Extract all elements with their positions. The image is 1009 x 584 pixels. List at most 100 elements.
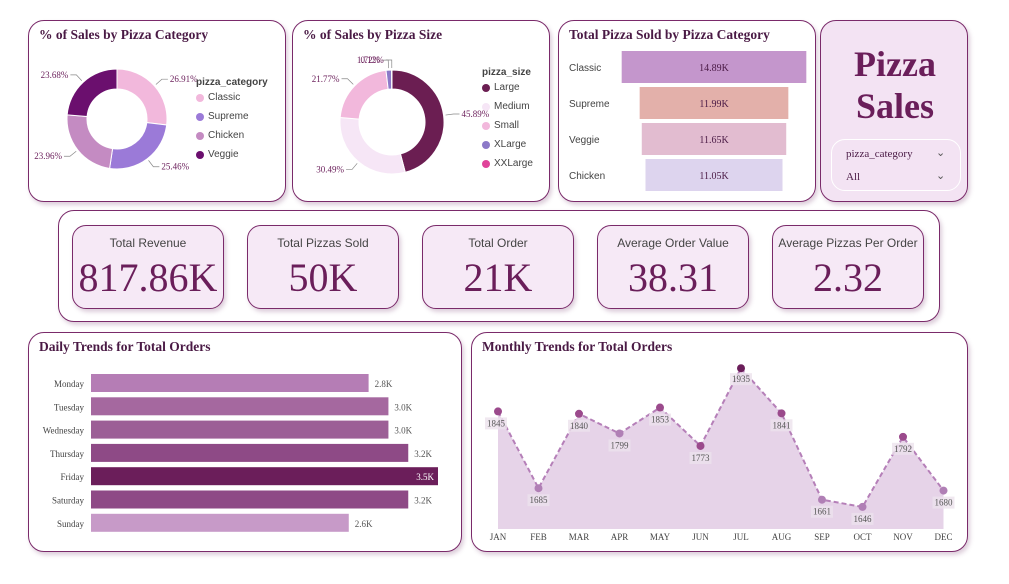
point-may	[656, 403, 664, 412]
bar-value-label: 2.8K	[375, 379, 393, 389]
legend-item-large: Large	[482, 78, 533, 97]
slice-leader-line	[148, 160, 160, 168]
month-tick-dec: DEC	[935, 532, 953, 542]
brand-title-line2: Sales	[855, 86, 934, 126]
kpi-label: Total Pizzas Sold	[277, 236, 369, 250]
point-value-label: 1845	[487, 418, 506, 428]
point-jun	[696, 441, 705, 450]
day-label-friday: Friday	[61, 472, 85, 482]
size-legend: pizza_size Large Medium Small XLarge XXLarge	[482, 67, 533, 173]
legend-dot-icon	[482, 121, 490, 130]
category-filter-slicer[interactable]: pizza_category ⌄ All ⌄	[831, 139, 961, 191]
bar-wednesday	[91, 420, 389, 439]
legend-item-small: Small	[482, 116, 533, 135]
kpi-average-order-value: Average Order Value 38.31	[597, 225, 749, 309]
monthly-trends-card: Monthly Trends for Total Orders 1845 JAN 1…	[471, 332, 968, 552]
filter-value[interactable]: All	[846, 171, 860, 183]
legend-dot-icon	[196, 131, 204, 140]
point-nov	[899, 432, 907, 441]
kpi-total-pizzas-sold: Total Pizzas Sold 50K	[247, 225, 399, 309]
point-value-label: 1773	[692, 453, 711, 463]
donut-slice-veggie	[66, 68, 118, 118]
bar-value-label: 11.99K	[699, 99, 729, 110]
kpi-value: 38.31	[628, 255, 718, 300]
legend-label: XLarge	[494, 139, 527, 150]
kpi-value: 2.32	[813, 255, 883, 300]
legend-dot-icon	[482, 102, 490, 111]
point-value-label: 1792	[894, 444, 912, 454]
point-apr	[615, 429, 624, 438]
kpi-total-revenue: Total Revenue 817.86K	[72, 225, 224, 309]
donut-slice-medium	[339, 116, 406, 175]
legend-label: Large	[494, 82, 520, 93]
legend-item-xxlarge: XXLarge	[482, 154, 533, 173]
point-value-label: 1799	[611, 440, 630, 450]
slice-label-classic: 26.91%	[170, 74, 198, 84]
bar-value-label: 3.0K	[394, 402, 412, 412]
size-pct-card: % of Sales by Pizza Size 45.89% 30.49% 21.…	[292, 20, 550, 202]
bar-friday	[91, 467, 438, 486]
kpi-label: Total Revenue	[109, 236, 187, 250]
point-jan	[494, 407, 502, 416]
day-label-tuesday: Tuesday	[54, 402, 85, 412]
legend-label: Classic	[208, 92, 241, 103]
category-legend: pizza_category Classic Supreme Chicken Vegg…	[196, 77, 268, 164]
slice-label-chicken: 23.96%	[34, 151, 62, 161]
point-feb	[534, 484, 543, 493]
daily-trends-bar-chart: Monday 2.8K Tuesday 3.0K Wednesday 3.0K Thursd…	[43, 374, 438, 532]
legend-item-supreme: Supreme	[196, 107, 268, 126]
donut-slice-supreme	[109, 122, 168, 170]
point-sep	[818, 495, 826, 504]
chevron-down-icon[interactable]: ⌄	[936, 169, 945, 182]
bar-thursday	[91, 443, 409, 462]
legend-item-classic: Classic	[196, 88, 268, 107]
donut-slice-chicken	[66, 114, 114, 170]
size-legend-items: Large Medium Small XLarge XXLarge	[482, 78, 533, 173]
category-sold-bar-chart: Classic 14.89K Supreme 11.99K Veggie 11.65K Ch…	[569, 51, 807, 191]
legend-label: XXLarge	[494, 158, 533, 169]
point-oct	[858, 502, 867, 511]
slice-leader-line	[445, 113, 460, 116]
point-value-label: 1935	[732, 374, 751, 384]
month-tick-mar: MAR	[569, 532, 590, 542]
category-pct-card: % of Sales by Pizza Category 26.91% 25.46…	[28, 20, 286, 202]
point-jul	[737, 364, 745, 373]
monthly-trends-area-chart: 1845 JAN 1685 FEB 1840 MAR 1799 APR 1853 MAY 1773 J…	[485, 364, 955, 542]
point-value-label: 1680	[935, 498, 954, 508]
point-value-label: 1685	[530, 495, 549, 505]
bar-sunday	[91, 513, 349, 532]
slice-label-medium: 30.49%	[316, 164, 344, 174]
brand-card: Pizza Sales pizza_category ⌄ All ⌄	[820, 20, 968, 202]
kpi-label: Average Order Value	[617, 236, 729, 250]
month-tick-apr: APR	[611, 532, 629, 542]
bar-value-label: 11.65K	[699, 135, 729, 146]
chevron-down-icon[interactable]: ⌄	[936, 146, 945, 159]
monthly-area-fill	[498, 368, 944, 529]
legend-dot-icon	[482, 159, 490, 168]
point-dec	[939, 486, 948, 495]
bar-value-label: 3.2K	[414, 449, 432, 459]
month-tick-jan: JAN	[490, 532, 507, 542]
donut-slice-small	[339, 69, 389, 120]
donut-slice-classic	[116, 68, 168, 126]
month-tick-jun: JUN	[692, 532, 709, 542]
filter-label: pizza_category	[846, 148, 913, 160]
slice-label-veggie: 23.68%	[41, 70, 69, 80]
slice-leader-line	[70, 74, 83, 81]
bar-value-label: 3.2K	[414, 496, 432, 506]
slice-leader-line	[346, 163, 358, 170]
slice-leader-line	[63, 150, 77, 157]
kpi-label: Average Pizzas Per Order	[778, 236, 918, 250]
point-aug	[777, 409, 786, 418]
point-value-label: 1661	[813, 507, 831, 517]
day-label-monday: Monday	[54, 379, 84, 389]
slice-label-small: 21.77%	[312, 74, 340, 84]
slice-label-xxlarge: 0.12%	[361, 55, 385, 65]
month-tick-sep: SEP	[814, 532, 830, 542]
legend-label: Chicken	[208, 130, 245, 141]
bar-saturday	[91, 490, 409, 509]
legend-dot-icon	[482, 140, 490, 149]
bar-category-classic: Classic	[569, 63, 601, 74]
legend-label: Veggie	[208, 149, 239, 160]
legend-dot-icon	[482, 83, 490, 92]
